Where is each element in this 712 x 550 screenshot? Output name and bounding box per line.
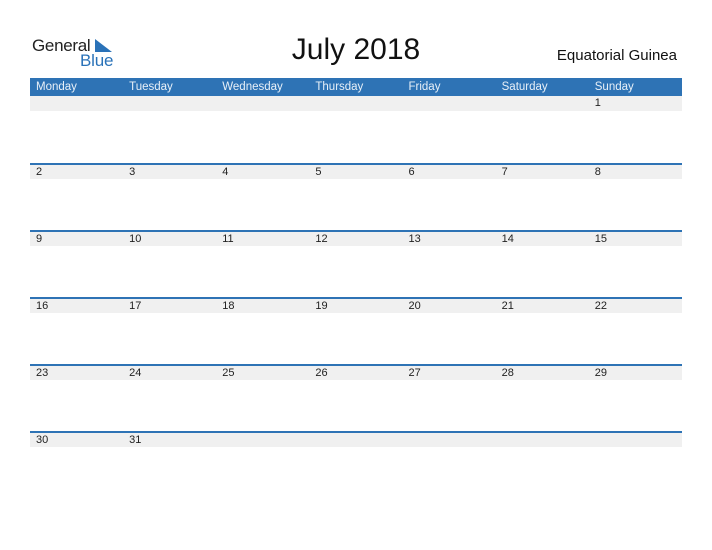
date-strip: 23 24 25 26 27 28 29 bbox=[30, 366, 682, 380]
date-strip: 2 3 4 5 6 7 8 bbox=[30, 165, 682, 179]
day-cell: 13 bbox=[408, 233, 421, 245]
day-cell: 2 bbox=[36, 166, 43, 178]
day-cell: 6 bbox=[408, 166, 415, 178]
week-row: 9 10 11 12 13 14 15 bbox=[30, 230, 682, 297]
day-cell: 27 bbox=[408, 367, 421, 379]
week-row: 23 24 25 26 27 28 29 bbox=[30, 364, 682, 431]
country-label: Equatorial Guinea bbox=[556, 47, 677, 64]
weekday-friday: Friday bbox=[408, 81, 441, 93]
day-cell: 3 bbox=[129, 166, 136, 178]
day-cell bbox=[216, 96, 309, 111]
day-cell: 7 bbox=[501, 166, 508, 178]
weekday-header: Monday Tuesday Wednesday Thursday Friday… bbox=[30, 78, 682, 96]
day-cell bbox=[309, 96, 402, 111]
day-cell: 26 bbox=[315, 367, 328, 379]
day-cell: 25 bbox=[222, 367, 235, 379]
date-strip: 30 31 bbox=[30, 433, 682, 447]
date-strip: 1 bbox=[30, 96, 682, 111]
day-cell bbox=[496, 433, 589, 447]
day-cell: 17 bbox=[129, 300, 142, 312]
day-cell: 15 bbox=[594, 233, 607, 245]
weekday-saturday: Saturday bbox=[501, 81, 548, 93]
day-cell: 19 bbox=[315, 300, 328, 312]
weekday-wednesday: Wednesday bbox=[222, 81, 283, 93]
day-cell: 28 bbox=[501, 367, 514, 379]
day-cell: 9 bbox=[36, 233, 43, 245]
day-cell: 5 bbox=[315, 166, 322, 178]
day-cell: 11 bbox=[222, 233, 234, 245]
weekday-tuesday: Tuesday bbox=[129, 81, 173, 93]
date-strip: 16 17 18 19 20 21 22 bbox=[30, 299, 682, 313]
date-strip: 9 10 11 12 13 14 15 bbox=[30, 232, 682, 246]
day-cell bbox=[496, 96, 589, 111]
day-cell: 30 bbox=[36, 434, 49, 446]
weekday-sunday: Sunday bbox=[594, 81, 634, 93]
day-cell bbox=[123, 96, 216, 111]
day-cell: 29 bbox=[594, 367, 607, 379]
day-cell: 24 bbox=[129, 367, 142, 379]
day-cell: 10 bbox=[129, 233, 142, 245]
week-row: 1 bbox=[30, 96, 682, 163]
day-cell bbox=[30, 96, 123, 111]
weekday-monday: Monday bbox=[36, 81, 77, 93]
day-cell: 20 bbox=[408, 300, 421, 312]
day-cell: 23 bbox=[36, 367, 49, 379]
day-cell: 4 bbox=[222, 166, 229, 178]
day-cell: 22 bbox=[594, 300, 607, 312]
day-cell: 8 bbox=[594, 166, 601, 178]
day-cell: 1 bbox=[594, 97, 601, 109]
day-cell bbox=[216, 433, 309, 447]
week-row: 2 3 4 5 6 7 8 bbox=[30, 163, 682, 230]
day-cell: 21 bbox=[501, 300, 514, 312]
week-row: 30 31 bbox=[30, 431, 682, 498]
day-cell: 31 bbox=[129, 434, 142, 446]
day-cell: 16 bbox=[36, 300, 49, 312]
week-row: 16 17 18 19 20 21 22 bbox=[30, 297, 682, 364]
day-cell bbox=[403, 96, 496, 111]
day-cell: 14 bbox=[501, 233, 514, 245]
day-cell: 12 bbox=[315, 233, 328, 245]
day-cell bbox=[589, 433, 682, 447]
day-cell: 18 bbox=[222, 300, 235, 312]
day-cell bbox=[403, 433, 496, 447]
calendar-grid: Monday Tuesday Wednesday Thursday Friday… bbox=[30, 78, 682, 498]
day-cell bbox=[309, 433, 402, 447]
weekday-thursday: Thursday bbox=[315, 81, 364, 93]
